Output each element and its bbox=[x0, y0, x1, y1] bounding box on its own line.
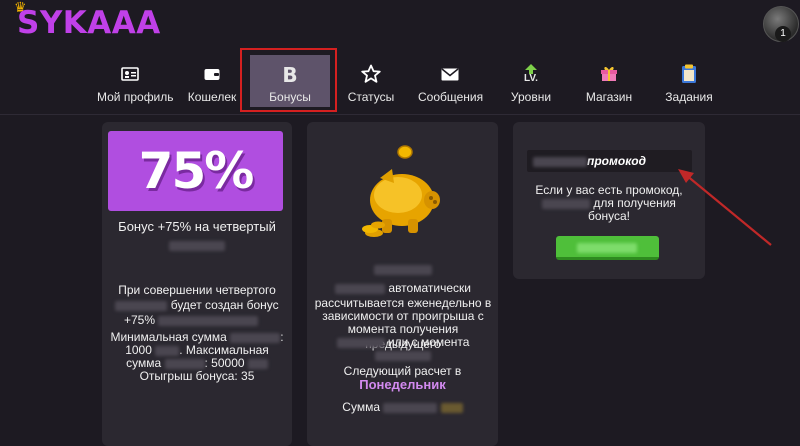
promo-code-input[interactable]: промокод bbox=[527, 150, 692, 172]
nav-item-tasks[interactable]: Задания bbox=[664, 64, 714, 108]
bonus-desc-line2-text: будет создан бонус bbox=[170, 298, 279, 312]
nav-item-shop[interactable]: Магазин bbox=[584, 64, 634, 108]
envelope-icon bbox=[418, 64, 482, 86]
level-up-icon: LV. bbox=[508, 64, 554, 86]
bonus-percent-banner: 75% bbox=[108, 131, 283, 211]
max-sum-value: : 50000 bbox=[204, 356, 245, 370]
id-card-icon bbox=[97, 64, 163, 86]
next-calc-day: Понедельник bbox=[359, 377, 446, 392]
nav-item-messages[interactable]: Сообщения bbox=[418, 64, 484, 108]
cashback-desc-line1: автоматически bbox=[312, 281, 494, 296]
bonus-desc-line1: При совершении четвертого bbox=[118, 283, 276, 297]
bonus-percent: 75% bbox=[138, 142, 255, 200]
nav-item-levels[interactable]: LV. Уровни bbox=[508, 64, 554, 108]
nav-label: Статусы bbox=[347, 90, 395, 104]
min-sum-label: Минимальная сумма bbox=[110, 330, 227, 344]
bonus-desc-line2: будет создан бонус bbox=[108, 298, 286, 313]
nav-label: Бонусы bbox=[269, 90, 311, 104]
top-bar: ♛ SYKAAA 1 bbox=[0, 0, 800, 52]
nav-label: Уровни bbox=[510, 90, 552, 104]
nav-item-profile[interactable]: Мой профиль bbox=[97, 64, 174, 108]
promo-code-placeholder: промокод bbox=[587, 154, 647, 168]
nav-item-bonuses[interactable]: B Бонусы bbox=[258, 64, 322, 108]
blurred-text bbox=[108, 238, 286, 253]
star-icon bbox=[346, 64, 396, 86]
wallet-icon bbox=[186, 64, 238, 86]
nav-item-statuses[interactable]: Статусы bbox=[346, 64, 396, 108]
nav-label: Задания bbox=[665, 90, 713, 104]
bonus-desc-line3: +75% bbox=[108, 313, 286, 328]
level-icon-text: LV. bbox=[524, 73, 538, 84]
promo-hint-line3: бонуса! bbox=[587, 209, 631, 223]
site-logo[interactable]: SYKAAA bbox=[17, 8, 161, 39]
nav-label: Мой профиль bbox=[97, 90, 174, 104]
cashback-sum-label: Сумма bbox=[342, 400, 381, 414]
nav-label: Магазин bbox=[585, 90, 633, 104]
cashback-desc-line5-text: или с момента bbox=[387, 335, 470, 349]
max-sum-label: Максимальная bbox=[185, 343, 269, 357]
promo-hint-line2-text: для получения bbox=[593, 196, 676, 210]
min-sum-value: 1000 bbox=[125, 343, 152, 357]
bonus-desc-line3-text: +75% bbox=[124, 313, 156, 327]
nav-divider bbox=[0, 114, 800, 115]
piggy-bank-icon bbox=[352, 145, 452, 245]
profile-nav: Мой профиль Кошелек B Бонусы Статусы Соо… bbox=[0, 48, 800, 114]
bonus-title: Бонус +75% на четвертый bbox=[118, 219, 276, 234]
clipboard-icon bbox=[664, 64, 714, 86]
max-sum-prefix: сумма bbox=[126, 356, 162, 370]
cashback-desc-line1-text: автоматически bbox=[388, 281, 471, 295]
gift-icon bbox=[584, 64, 634, 86]
avatar-badge: 1 bbox=[775, 26, 791, 42]
bonus-b-icon: B bbox=[282, 63, 298, 87]
nav-item-wallet[interactable]: Кошелек bbox=[186, 64, 238, 108]
nav-label: Кошелек bbox=[187, 90, 237, 104]
blurred-text bbox=[307, 262, 498, 277]
activate-promo-button[interactable] bbox=[556, 236, 659, 260]
cashback-sum: Сумма bbox=[307, 400, 498, 415]
wager-text: Отыгрыш бонуса: 35 bbox=[139, 369, 255, 383]
nav-label: Сообщения bbox=[418, 90, 484, 104]
blurred-text bbox=[312, 348, 494, 363]
